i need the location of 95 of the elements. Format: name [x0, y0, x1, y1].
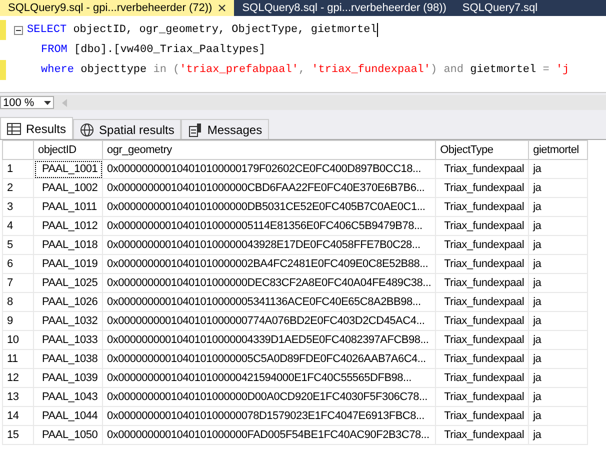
row-number: 5	[2, 236, 34, 254]
result-tab[interactable]: Spatial results	[73, 119, 182, 139]
table-cell: 0x000000000104010100000421594000E1FC40C55565DFB98...	[102, 368, 436, 388]
table-cell: PAAL_1032	[34, 312, 102, 330]
globe-icon	[80, 122, 94, 136]
column-header[interactable]: ogr_geometry	[102, 140, 436, 160]
table-cell: 0x0000000001040101000000FAD005F54BE1FC40AC90F2B3C78...	[102, 426, 436, 444]
table-cell: 0x0000000001040101000000774A076BD2E0FC403D2CD45AC4...	[102, 312, 436, 330]
table-cell: ja	[528, 254, 588, 274]
table-cell: Triax_fundexpaal	[436, 388, 529, 406]
table-cell: 0x0000000001040101000000DEC83CF2A8E0FC40A04FE489C38...	[102, 274, 436, 292]
table-cell: ja	[528, 312, 588, 330]
table-cell: ja	[528, 178, 588, 198]
table-cell: ja	[528, 350, 588, 368]
table-cell: ja	[528, 330, 588, 350]
code-line: SELECT objectID, ogr_geometry, ObjectType, gietmortel	[27, 24, 377, 36]
table-cell: ja	[528, 388, 588, 406]
table-cell: PAAL_1039	[34, 368, 102, 388]
table-cell: ja	[528, 368, 588, 388]
table-cell: Triax_fundexpaal	[436, 198, 529, 216]
table-cell: Triax_fundexpaal	[436, 426, 529, 444]
table-cell: Triax_fundexpaal	[436, 254, 529, 274]
table-cell: 0x00000000010401010000005341136ACE0FC40E65C8A2BB98...	[102, 292, 436, 312]
table-cell: PAAL_1002	[34, 178, 102, 198]
table-cell: ja	[528, 406, 588, 426]
result-tab[interactable]: Results	[0, 117, 74, 139]
row-number: 10	[2, 330, 34, 350]
row-number: 14	[2, 406, 34, 426]
row-number: 12	[2, 368, 34, 388]
code-line: where objecttype in ('triax_prefabpaal', 'triax_fundexpaal') and gietmortel = 'j	[41, 64, 570, 76]
table-cell: ja	[528, 216, 588, 236]
row-number: 6	[2, 254, 34, 274]
table-cell: PAAL_1038	[34, 350, 102, 368]
document-tab[interactable]: SQLQuery9.sql - gpi...rverbeheerder (72))	[0, 0, 234, 16]
caret-icon	[44, 100, 51, 104]
table-cell: PAAL_1019	[34, 254, 102, 274]
row-number: 3	[2, 198, 34, 216]
table-cell: PAAL_1050	[34, 426, 102, 444]
row-number: 2	[2, 178, 34, 198]
table-cell: Triax_fundexpaal	[436, 216, 529, 236]
table-cell: Triax_fundexpaal	[436, 350, 529, 368]
table-cell: PAAL_1001	[34, 160, 102, 178]
row-number: 13	[2, 388, 34, 406]
table-cell: 0x000000000104010100000043928E17DE0FC4058FFE7B0C28...	[102, 236, 436, 254]
table-cell: 0x000000000104010100000078D1579023E1FC4047E6913FBC8...	[102, 406, 436, 426]
table-cell: 0x000000000104010100000179F02602CE0FC400D897B0CC18...	[102, 160, 436, 178]
table-cell: PAAL_1044	[34, 406, 102, 426]
zoom-dropdown[interactable]: 100 %	[0, 96, 54, 109]
table-cell: ja	[528, 236, 588, 254]
table-cell: PAAL_1018	[34, 236, 102, 254]
column-header[interactable]: objectID	[34, 140, 102, 160]
table-cell: ja	[528, 198, 588, 216]
table-cell: PAAL_1043	[34, 388, 102, 406]
table-cell: ja	[528, 160, 588, 178]
table-cell: 0x00000000010401010000005C5A0D89FDE0FC4026AAB7A6C4...	[102, 350, 436, 368]
table-cell: 0x00000000010401010000002BA4FC2481E0FC409E0C8E52B88...	[102, 254, 436, 274]
row-number: 15	[2, 426, 34, 444]
table-cell: PAAL_1011	[34, 198, 102, 216]
table-cell: Triax_fundexpaal	[436, 406, 529, 426]
row-number: 11	[2, 350, 34, 368]
row-number: 9	[2, 312, 34, 330]
table-cell: ja	[528, 426, 588, 444]
grid-icon	[7, 122, 21, 134]
table-cell: PAAL_1012	[34, 216, 102, 236]
table-cell: 0x00000000010401010000005114E81356E0FC406C5B9479B78...	[102, 216, 436, 236]
row-number: 7	[2, 274, 34, 292]
table-cell: 0x00000000010401010000004339D1AED5E0FC4082397AFCB98...	[102, 330, 436, 350]
table-cell: Triax_fundexpaal	[436, 178, 529, 198]
table-cell: Triax_fundexpaal	[436, 292, 529, 312]
table-cell: Triax_fundexpaal	[436, 330, 529, 350]
document-icon	[188, 122, 202, 136]
result-tab[interactable]: Messages	[181, 119, 270, 139]
close-icon[interactable]	[218, 4, 226, 12]
table-cell: ja	[528, 274, 588, 292]
table-cell: Triax_fundexpaal	[436, 160, 529, 178]
table-cell: Triax_fundexpaal	[436, 312, 529, 330]
row-number: 8	[2, 292, 34, 312]
row-number: 1	[2, 160, 34, 178]
table-cell: 0x0000000001040101000000CBD6FAA22FE0FC40E370E6B7B6...	[102, 178, 436, 198]
table-cell: 0x0000000001040101000000D00A0CD920E1FC4030F5F306C78...	[102, 388, 436, 406]
table-cell: PAAL_1026	[34, 292, 102, 312]
document-tab[interactable]: SQLQuery8.sql - gpi...rverbeheerder (98))	[234, 0, 454, 16]
collapse-icon[interactable]	[14, 26, 23, 34]
code-line: FROM [dbo].[vw400_Triax_Paaltypes]	[41, 44, 266, 56]
column-header[interactable]: ObjectType	[436, 140, 529, 160]
table-cell: 0x0000000001040101000000DB5031CE52E0FC405B7C0AE0C1...	[102, 198, 436, 216]
document-tab[interactable]: SQLQuery7.sql	[454, 0, 546, 16]
table-cell: Triax_fundexpaal	[436, 274, 529, 292]
table-cell: PAAL_1025	[34, 274, 102, 292]
column-header[interactable]: gietmortel	[528, 140, 588, 160]
table-cell: ja	[528, 292, 588, 312]
row-number: 4	[2, 216, 34, 236]
table-cell: PAAL_1033	[34, 330, 102, 350]
table-cell: Triax_fundexpaal	[436, 236, 529, 254]
table-cell: Triax_fundexpaal	[436, 368, 529, 388]
